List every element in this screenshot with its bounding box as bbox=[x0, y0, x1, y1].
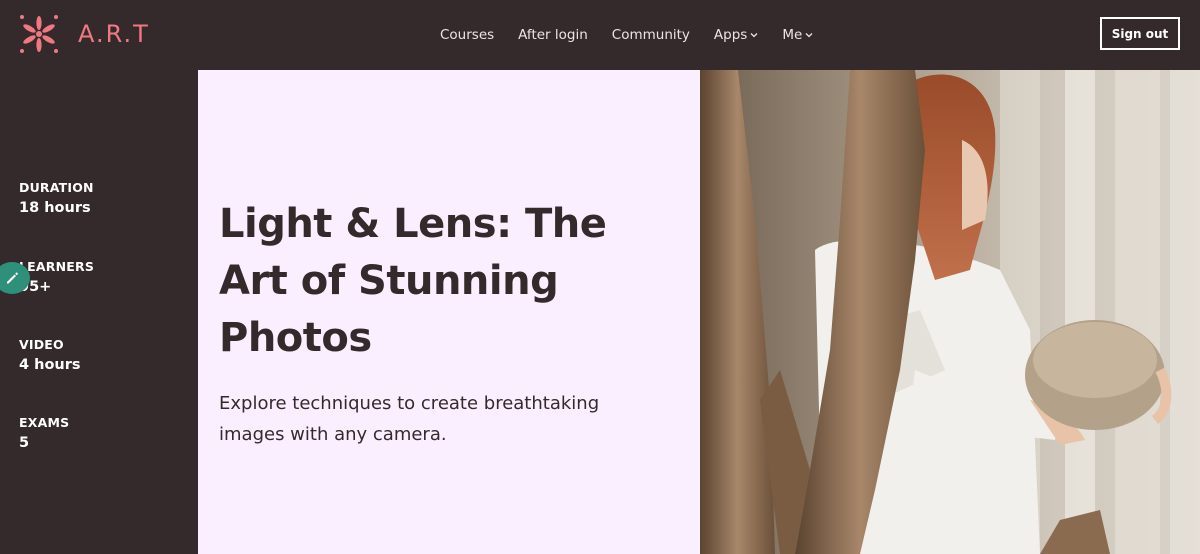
sign-out-button[interactable]: Sign out bbox=[1100, 17, 1180, 50]
stat-learners: LEARNERS 95+ bbox=[19, 259, 94, 295]
main-nav: Courses After login Community Apps Me bbox=[440, 0, 813, 70]
nav-item-label: Courses bbox=[440, 27, 495, 43]
stat-value: 95+ bbox=[19, 279, 52, 295]
nav-item-me[interactable]: Me bbox=[782, 27, 813, 43]
nav-item-community[interactable]: Community bbox=[612, 27, 690, 43]
chevron-down-icon bbox=[805, 33, 813, 38]
stat-label: VIDEO bbox=[19, 337, 64, 352]
stat-value: 18 hours bbox=[19, 200, 91, 216]
stat-value: 4 hours bbox=[19, 357, 81, 373]
nav-item-apps[interactable]: Apps bbox=[714, 27, 758, 43]
nav-item-label: Community bbox=[611, 27, 690, 43]
stat-video: VIDEO 4 hours bbox=[19, 337, 81, 373]
top-navigation-bar: A.R.T Courses After login Community Apps… bbox=[0, 0, 1200, 70]
nav-item-label: Apps bbox=[713, 27, 748, 43]
stat-label: LEARNERS bbox=[19, 259, 95, 274]
nav-item-courses[interactable]: Courses bbox=[440, 27, 494, 43]
asterisk-flower-icon bbox=[20, 15, 58, 53]
stat-label: EXAMS bbox=[19, 415, 70, 430]
stat-label: DURATION bbox=[19, 180, 94, 195]
hero-photo bbox=[700, 70, 1200, 554]
brand-name: A.R.T bbox=[78, 20, 150, 48]
pencil-icon bbox=[7, 272, 19, 284]
brand-logo[interactable]: A.R.T bbox=[18, 13, 150, 55]
nav-item-label: Me bbox=[782, 27, 803, 43]
course-subtitle: Explore techniques to create breathtakin… bbox=[219, 393, 600, 445]
course-hero: Light & Lens: The Art of Stunning Photos… bbox=[198, 70, 700, 554]
photo-woman-holding-pot bbox=[700, 70, 1200, 554]
course-title: Light & Lens: The Art of Stunning Photos bbox=[219, 201, 607, 361]
nav-item-after-login[interactable]: After login bbox=[518, 27, 588, 43]
stat-duration: DURATION 18 hours bbox=[19, 180, 94, 216]
stat-value: 5 bbox=[19, 435, 30, 451]
chevron-down-icon bbox=[750, 33, 758, 38]
stat-exams: EXAMS 5 bbox=[19, 415, 69, 451]
course-stats-sidebar: DURATION 18 hours LEARNERS 95+ VIDEO 4 h… bbox=[0, 70, 198, 554]
nav-item-label: After login bbox=[518, 27, 588, 43]
